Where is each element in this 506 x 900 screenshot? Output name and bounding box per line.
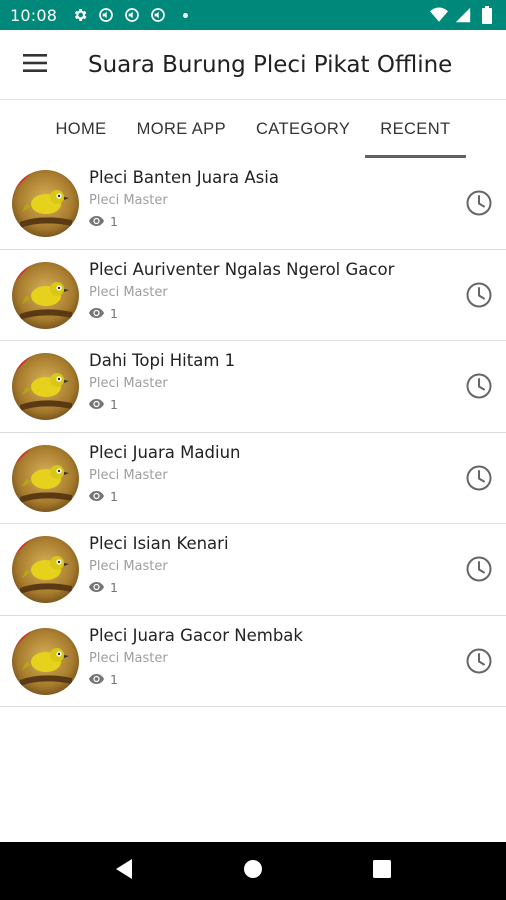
- bird-thumbnail: [12, 261, 79, 329]
- item-subtitle: Pleci Master: [89, 559, 168, 574]
- view-count: 1: [110, 397, 118, 412]
- page-title: Suara Burung Pleci Pikat Offline: [88, 51, 453, 78]
- bird-thumbnail: [12, 627, 79, 695]
- bird-thumbnail: [12, 353, 79, 420]
- volume-icon: [97, 6, 115, 24]
- item-views: 1: [89, 306, 446, 321]
- view-count: 1: [110, 580, 118, 595]
- item-text: Pleci Juara Gacor Nembak Pleci Master 1: [89, 626, 446, 687]
- item-text: Pleci Auriventer Ngalas Ngerol Gacor Ple…: [89, 260, 446, 321]
- list-item[interactable]: Pleci Juara Gacor Nembak Pleci Master 1: [0, 615, 506, 707]
- home-button[interactable]: [233, 851, 273, 891]
- item-text: Dahi Topi Hitam 1 Pleci Master 1: [89, 351, 446, 412]
- tab-more-app[interactable]: MORE APP: [122, 101, 241, 158]
- item-text: Pleci Juara Madiun Pleci Master 1: [89, 443, 446, 504]
- signal-icon: [454, 6, 472, 24]
- recent-list: Pleci Banten Juara Asia Pleci Master 1 P…: [0, 158, 506, 707]
- bird-thumbnail: [12, 170, 79, 237]
- history-button[interactable]: [464, 463, 494, 493]
- eye-icon: [89, 672, 104, 687]
- status-time: 10:08: [10, 5, 58, 25]
- list-item[interactable]: Pleci Banten Juara Asia Pleci Master 1: [0, 158, 506, 250]
- history-button[interactable]: [464, 280, 494, 310]
- recents-button[interactable]: [362, 851, 402, 891]
- status-left: 10:08: [10, 5, 189, 25]
- eye-icon: [89, 580, 104, 595]
- eye-icon: [89, 397, 104, 412]
- view-count: 1: [110, 305, 118, 321]
- history-button[interactable]: [464, 646, 494, 676]
- recents-icon: [372, 860, 391, 882]
- notification-dot-icon: [183, 12, 189, 18]
- item-text: Pleci Banten Juara Asia Pleci Master 1: [89, 168, 446, 229]
- settings-icon: [71, 6, 89, 24]
- list-item[interactable]: Pleci Auriventer Ngalas Ngerol Gacor Ple…: [0, 249, 506, 341]
- eye-icon: [89, 214, 104, 229]
- item-subtitle: Pleci Master: [89, 284, 168, 300]
- item-subtitle: Pleci Master: [89, 650, 168, 666]
- clock-icon: [464, 465, 494, 497]
- tab-bar: HOME MORE APP CATEGORY RECENT: [0, 101, 506, 158]
- tab-category[interactable]: CATEGORY: [241, 101, 365, 158]
- back-icon: [114, 858, 134, 884]
- battery-icon: [478, 6, 496, 24]
- list-item[interactable]: Pleci Isian Kenari Pleci Master 1: [0, 524, 506, 616]
- navigation-bar: [0, 842, 506, 900]
- view-count: 1: [110, 488, 118, 504]
- tab-recent[interactable]: RECENT: [365, 101, 466, 158]
- item-views: 1: [89, 672, 446, 687]
- view-count: 1: [110, 214, 118, 229]
- history-button[interactable]: [464, 554, 494, 584]
- item-views: 1: [89, 489, 446, 504]
- clock-icon: [464, 648, 494, 680]
- item-views: 1: [89, 397, 446, 412]
- item-subtitle: Pleci Master: [89, 376, 168, 391]
- item-title: Dahi Topi Hitam 1: [89, 351, 236, 370]
- home-icon: [243, 859, 263, 883]
- item-views: 1: [89, 580, 446, 595]
- back-button[interactable]: [104, 851, 144, 891]
- item-subtitle: Pleci Master: [89, 467, 168, 483]
- history-button[interactable]: [464, 188, 494, 218]
- menu-button[interactable]: [0, 30, 70, 100]
- clock-icon: [464, 282, 494, 314]
- history-button[interactable]: [464, 371, 494, 401]
- item-views: 1: [89, 214, 446, 229]
- clock-icon: [464, 373, 494, 405]
- item-title: Pleci Juara Madiun: [89, 442, 241, 462]
- list-item[interactable]: Dahi Topi Hitam 1 Pleci Master 1: [0, 341, 506, 433]
- eye-icon: [89, 489, 104, 504]
- eye-icon: [89, 306, 104, 321]
- app-bar: Suara Burung Pleci Pikat Offline: [0, 30, 506, 100]
- item-text: Pleci Isian Kenari Pleci Master 1: [89, 534, 446, 595]
- item-title: Pleci Auriventer Ngalas Ngerol Gacor: [89, 259, 395, 279]
- status-right: [430, 6, 496, 24]
- volume-icon: [149, 6, 167, 24]
- wifi-icon: [430, 6, 448, 24]
- status-bar: 10:08: [0, 0, 506, 30]
- list-item[interactable]: Pleci Juara Madiun Pleci Master 1: [0, 432, 506, 524]
- clock-icon: [464, 190, 494, 222]
- item-title: Pleci Isian Kenari: [89, 534, 229, 553]
- item-title: Pleci Juara Gacor Nembak: [89, 625, 303, 645]
- item-subtitle: Pleci Master: [89, 193, 168, 208]
- hamburger-menu-icon: [23, 53, 47, 76]
- tab-home[interactable]: HOME: [40, 101, 121, 158]
- view-count: 1: [110, 671, 118, 687]
- clock-icon: [464, 556, 494, 588]
- item-title: Pleci Banten Juara Asia: [89, 168, 279, 187]
- volume-icon: [123, 6, 141, 24]
- bird-thumbnail: [12, 444, 79, 512]
- bird-thumbnail: [12, 536, 79, 603]
